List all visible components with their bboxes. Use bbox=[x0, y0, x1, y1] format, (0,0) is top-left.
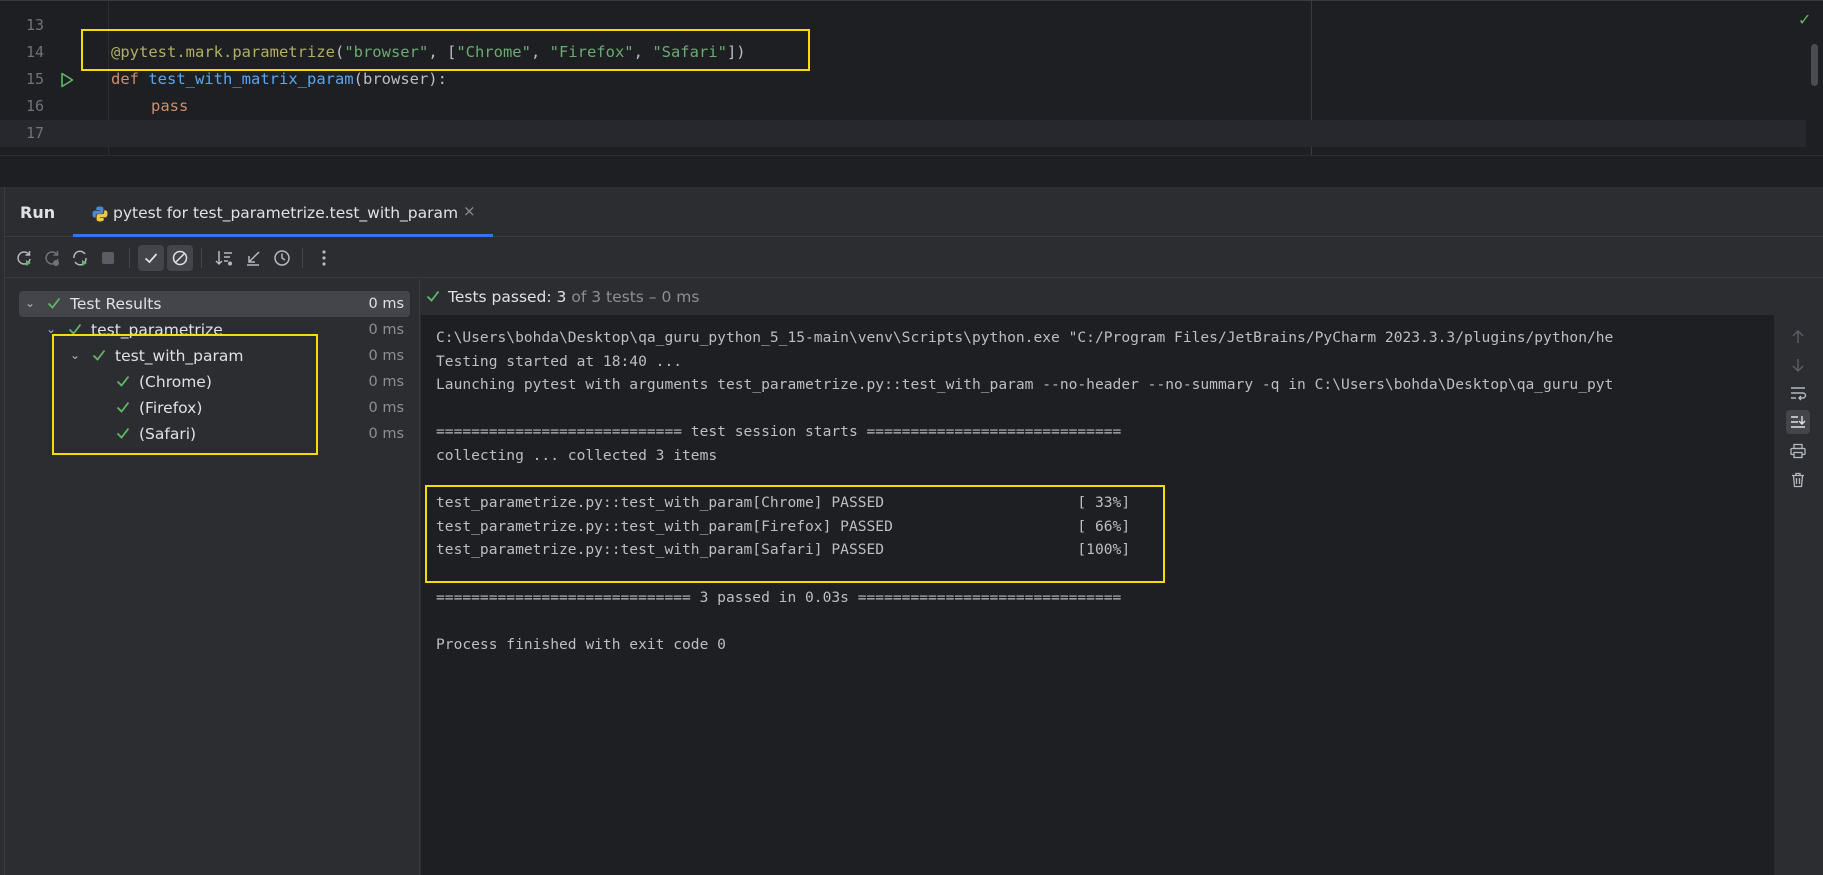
status-detail: of 3 tests – 0 ms bbox=[571, 288, 700, 306]
highlight-box-tree bbox=[52, 334, 318, 455]
highlight-box-results bbox=[425, 485, 1165, 583]
arrow-down-icon[interactable] bbox=[1786, 353, 1810, 377]
chevron-down-icon[interactable]: ⌄ bbox=[25, 296, 37, 310]
status-text: Tests passed: 3 of 3 tests – 0 ms bbox=[448, 288, 699, 306]
line-number: 14 bbox=[25, 43, 44, 61]
editor-top-border bbox=[0, 0, 1823, 1]
duration: 0 ms bbox=[368, 400, 404, 416]
run-tool-window: Run pytest for test_parametrize.test_wit… bbox=[0, 187, 1823, 875]
duration: 0 ms bbox=[368, 426, 404, 442]
console-line: ============================= 3 passed i… bbox=[436, 588, 1122, 606]
tab-label: pytest for test_parametrize.test_with_pa… bbox=[113, 204, 459, 222]
code-line-16[interactable]: 16 pass bbox=[0, 93, 1806, 120]
tree-node-test-results[interactable]: ⌄ Test Results 0 ms bbox=[19, 291, 410, 317]
console-output[interactable]: Tests passed: 3 of 3 tests – 0 ms C:\Use… bbox=[421, 279, 1823, 875]
params: (browser): bbox=[353, 70, 447, 88]
console-line: Testing started at 18:40 ... bbox=[436, 352, 683, 370]
toolbar-separator bbox=[302, 248, 303, 268]
python-icon bbox=[91, 205, 109, 223]
console-line: Launching pytest with arguments test_par… bbox=[436, 376, 1614, 394]
check-icon bbox=[426, 288, 440, 304]
duration: 0 ms bbox=[368, 348, 404, 364]
console-line: collecting ... collected 3 items bbox=[436, 446, 718, 464]
collapse-all-icon[interactable] bbox=[240, 245, 266, 271]
test-results-tree: ⌄ Test Results 0 ms ⌄ test_parametrize 0… bbox=[5, 279, 420, 875]
code-editor[interactable]: 13 14 @pytest.mark.parametrize("browser"… bbox=[0, 0, 1823, 155]
sort-icon[interactable] bbox=[211, 245, 237, 271]
show-ignored-icon[interactable] bbox=[167, 245, 193, 271]
history-icon[interactable] bbox=[269, 245, 295, 271]
line-number: 16 bbox=[25, 97, 44, 115]
editor-scrollbar[interactable] bbox=[1811, 44, 1818, 86]
run-test-icon[interactable] bbox=[60, 72, 74, 88]
print-icon[interactable] bbox=[1786, 439, 1810, 463]
keyword: def bbox=[111, 70, 139, 88]
console-line: Process finished with exit code 0 bbox=[436, 635, 726, 653]
close-icon[interactable]: × bbox=[463, 202, 476, 220]
panel-splitter[interactable] bbox=[0, 155, 1823, 187]
toggle-auto-test-icon[interactable] bbox=[67, 245, 93, 271]
stop-icon[interactable] bbox=[95, 245, 121, 271]
run-toolbar bbox=[5, 238, 1823, 278]
rerun-icon[interactable] bbox=[11, 245, 37, 271]
more-icon[interactable] bbox=[311, 245, 337, 271]
soft-wrap-icon[interactable] bbox=[1786, 381, 1810, 405]
run-header: Run pytest for test_parametrize.test_wit… bbox=[5, 187, 1823, 237]
toolbar-separator bbox=[129, 248, 130, 268]
console-line: ============================ test sessio… bbox=[436, 423, 1122, 441]
clear-icon[interactable] bbox=[1786, 468, 1810, 492]
duration: 0 ms bbox=[368, 374, 404, 390]
check-icon: ✓ bbox=[1798, 10, 1812, 29]
arrow-up-icon[interactable] bbox=[1786, 325, 1810, 349]
passed-count: Tests passed: 3 bbox=[448, 288, 567, 306]
code-line-17[interactable]: 17 bbox=[0, 120, 1806, 147]
toolbar-separator bbox=[201, 248, 202, 268]
tab-pytest-run[interactable]: pytest for test_parametrize.test_with_pa… bbox=[73, 187, 493, 237]
console-line: C:\Users\bohda\Desktop\qa_guru_python_5_… bbox=[436, 329, 1614, 346]
code-text[interactable]: pass bbox=[151, 93, 188, 120]
duration: 0 ms bbox=[368, 296, 404, 312]
line-number: 13 bbox=[25, 16, 44, 34]
function-name: test_with_matrix_param bbox=[148, 70, 354, 88]
test-status-bar: Tests passed: 3 of 3 tests – 0 ms bbox=[421, 279, 1823, 315]
line-number: 17 bbox=[25, 124, 44, 142]
line-number: 15 bbox=[25, 70, 44, 88]
scroll-to-end-icon[interactable] bbox=[1786, 410, 1810, 434]
tree-label: Test Results bbox=[70, 295, 162, 313]
keyword: pass bbox=[151, 97, 189, 115]
show-passed-icon[interactable] bbox=[138, 245, 164, 271]
rerun-failed-icon[interactable] bbox=[39, 245, 65, 271]
duration: 0 ms bbox=[368, 322, 404, 338]
console-side-toolbar bbox=[1774, 315, 1823, 875]
highlight-box-decorator bbox=[81, 29, 810, 71]
check-icon bbox=[47, 295, 61, 311]
run-title: Run bbox=[20, 203, 56, 222]
